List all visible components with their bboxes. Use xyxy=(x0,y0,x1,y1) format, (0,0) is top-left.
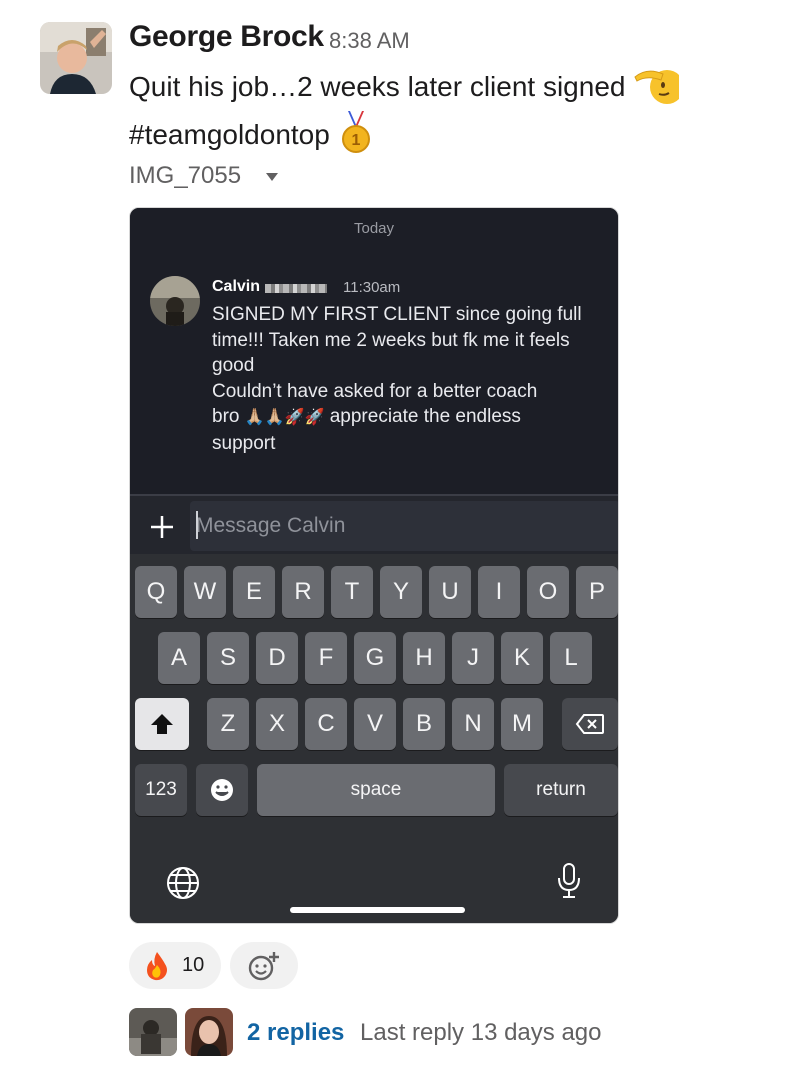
svg-text:1: 1 xyxy=(351,132,360,149)
key-r[interactable]: R xyxy=(282,566,324,618)
message-line: support xyxy=(212,432,276,454)
message-line-suffix: appreciate the endless xyxy=(329,406,521,427)
key-y[interactable]: Y xyxy=(380,566,422,618)
plus-icon[interactable] xyxy=(148,513,176,541)
message-timestamp[interactable]: 8:38 AM xyxy=(329,28,410,54)
chevron-down-icon[interactable] xyxy=(266,173,278,181)
key-x[interactable]: X xyxy=(256,698,298,750)
date-divider: Today xyxy=(353,220,395,237)
sender-message: SIGNED MY FIRST CLIENT since going full … xyxy=(212,302,612,456)
key-e[interactable]: E xyxy=(233,566,275,618)
add-reaction-button[interactable] xyxy=(230,942,298,989)
chat-area: Today Calvin 11:30am SIGNED MY FIRST CLI… xyxy=(130,208,618,496)
key-z[interactable]: Z xyxy=(207,698,249,750)
key-q[interactable]: Q xyxy=(135,566,177,618)
key-s[interactable]: S xyxy=(207,632,249,684)
key-n[interactable]: N xyxy=(452,698,494,750)
key-m[interactable]: M xyxy=(501,698,543,750)
sender-time: 11:30am xyxy=(343,279,401,296)
hashtag-text: #teamgoldontop xyxy=(129,118,330,150)
numbers-key[interactable]: 123 xyxy=(135,764,187,816)
message-text-line1: Quit his job…2 weeks later client signed xyxy=(129,65,685,112)
message-line: bro 🙏🏼🙏🏼🚀🚀 appreciate the endless xyxy=(212,404,612,431)
key-g[interactable]: G xyxy=(354,632,396,684)
message-line: time!!! Taken me 2 weeks but fk me it fe… xyxy=(212,329,570,351)
replies-link[interactable]: 2 replies xyxy=(247,1019,344,1047)
emoji-sequence: 🙏🏼🙏🏼🚀🚀 xyxy=(244,409,325,426)
message-line: Couldn’t have asked for a better coach xyxy=(212,380,538,402)
fire-icon xyxy=(143,951,171,986)
backspace-icon xyxy=(575,714,604,734)
key-c[interactable]: C xyxy=(305,698,347,750)
keyboard: Q W E R T Y U I O P A S D F G H J K L Z … xyxy=(130,554,618,923)
key-l[interactable]: L xyxy=(550,632,592,684)
message-line-prefix: bro xyxy=(212,406,240,427)
sender-name: Calvin xyxy=(212,278,261,295)
key-o[interactable]: O xyxy=(527,566,569,618)
key-p[interactable]: P xyxy=(576,566,618,618)
reply-avatar[interactable] xyxy=(185,1008,233,1056)
microphone-icon[interactable] xyxy=(554,862,584,905)
emoji-key[interactable] xyxy=(196,764,248,816)
key-k[interactable]: K xyxy=(501,632,543,684)
add-emoji-icon xyxy=(247,950,281,987)
message-text: Quit his job…2 weeks later client signed xyxy=(129,70,626,102)
shift-key[interactable] xyxy=(135,698,189,750)
key-d[interactable]: D xyxy=(256,632,298,684)
text-cursor xyxy=(196,511,198,539)
reaction-count: 10 xyxy=(182,954,205,976)
last-reply-text: Last reply 13 days ago xyxy=(360,1019,602,1046)
redacted-surname xyxy=(265,284,327,293)
backspace-key[interactable] xyxy=(562,698,618,750)
key-i[interactable]: I xyxy=(478,566,520,618)
message-input[interactable] xyxy=(190,501,618,551)
key-a[interactable]: A xyxy=(158,632,200,684)
composer-divider xyxy=(130,494,618,496)
home-indicator xyxy=(290,907,465,913)
message-line: SIGNED MY FIRST CLIENT since going full xyxy=(212,304,582,325)
key-t[interactable]: T xyxy=(331,566,373,618)
key-f[interactable]: F xyxy=(305,632,347,684)
message-line: good xyxy=(212,355,255,376)
image-attachment[interactable]: Today Calvin 11:30am SIGNED MY FIRST CLI… xyxy=(129,207,619,924)
author-name[interactable]: George Brock xyxy=(129,20,324,54)
key-j[interactable]: J xyxy=(452,632,494,684)
message-text-line2: #teamgoldontop 1 xyxy=(129,111,374,162)
key-b[interactable]: B xyxy=(403,698,445,750)
attachment-filename[interactable]: IMG_7055 xyxy=(129,162,241,190)
key-h[interactable]: H xyxy=(403,632,445,684)
shift-icon xyxy=(151,714,173,734)
key-w[interactable]: W xyxy=(184,566,226,618)
saluting-face-icon xyxy=(633,65,685,112)
author-avatar[interactable] xyxy=(40,22,112,94)
reply-avatar[interactable] xyxy=(129,1008,177,1056)
return-key[interactable]: return xyxy=(504,764,618,816)
key-v[interactable]: V xyxy=(354,698,396,750)
key-u[interactable]: U xyxy=(429,566,471,618)
emoji-icon xyxy=(211,779,233,801)
gold-medal-icon: 1 xyxy=(338,111,374,162)
globe-icon[interactable] xyxy=(166,866,200,905)
fire-reaction[interactable]: 10 xyxy=(129,942,221,989)
sender-avatar xyxy=(150,276,200,326)
space-key[interactable]: space xyxy=(257,764,495,816)
